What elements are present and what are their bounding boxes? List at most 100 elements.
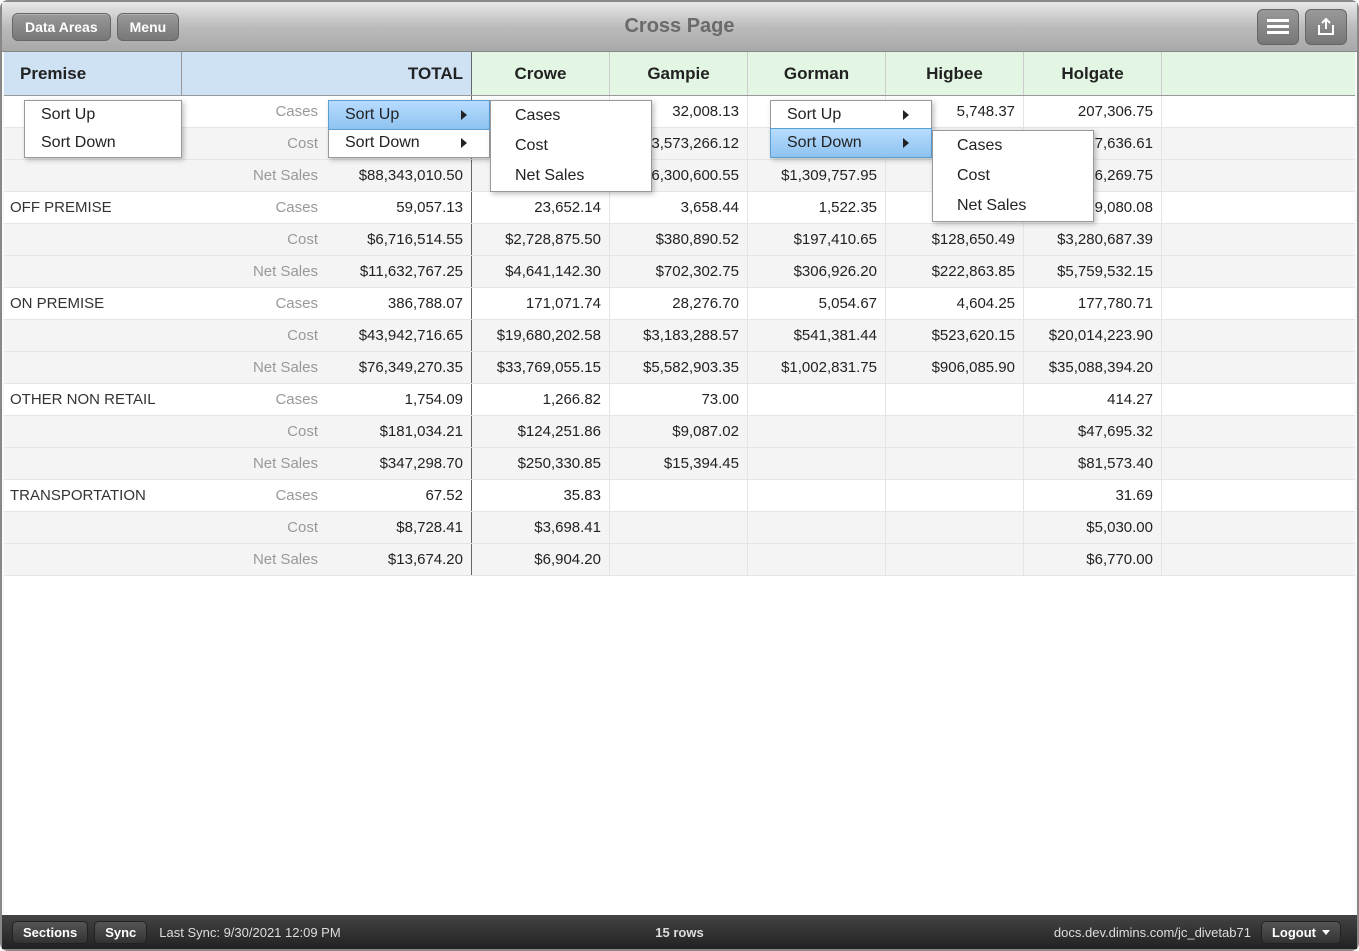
column-header[interactable]: Gorman — [748, 52, 886, 95]
value-cell[interactable]: $222,863.85 — [886, 256, 1024, 287]
premise-cell[interactable] — [4, 544, 182, 575]
value-cell[interactable] — [748, 384, 886, 415]
value-cell[interactable]: 3,658.44 — [610, 192, 748, 223]
value-cell[interactable]: $6,770.00 — [1024, 544, 1162, 575]
premise-cell[interactable] — [4, 256, 182, 287]
premise-cell[interactable] — [4, 224, 182, 255]
total-cell[interactable]: 67.52 — [326, 480, 472, 511]
sections-button[interactable]: Sections — [12, 921, 88, 944]
value-cell[interactable]: 23,652.14 — [472, 192, 610, 223]
value-cell[interactable]: $197,410.65 — [748, 224, 886, 255]
sort-up-item[interactable]: Sort Up — [25, 101, 181, 129]
value-cell[interactable]: $20,014,223.90 — [1024, 320, 1162, 351]
value-cell[interactable]: $541,381.44 — [748, 320, 886, 351]
hamburger-icon[interactable] — [1257, 9, 1299, 45]
total-cell[interactable]: 59,057.13 — [326, 192, 472, 223]
total-cell[interactable]: 386,788.07 — [326, 288, 472, 319]
total-cell[interactable]: $181,034.21 — [326, 416, 472, 447]
value-cell[interactable]: $128,650.49 — [886, 224, 1024, 255]
value-cell[interactable]: 414.27 — [1024, 384, 1162, 415]
total-column-header[interactable]: TOTAL — [326, 52, 472, 95]
value-cell[interactable] — [748, 544, 886, 575]
value-cell[interactable]: $5,030.00 — [1024, 512, 1162, 543]
value-cell[interactable]: $15,394.45 — [610, 448, 748, 479]
logout-button[interactable]: Logout — [1261, 921, 1341, 944]
value-cell[interactable]: 1,522.35 — [748, 192, 886, 223]
value-cell[interactable]: $4,641,142.30 — [472, 256, 610, 287]
premise-cell[interactable]: OFF PREMISE — [4, 192, 182, 223]
sort-down-item[interactable]: Sort Down — [25, 129, 181, 157]
value-cell[interactable]: $702,302.75 — [610, 256, 748, 287]
premise-cell[interactable] — [4, 512, 182, 543]
value-cell[interactable] — [886, 384, 1024, 415]
value-cell[interactable] — [748, 480, 886, 511]
value-cell[interactable] — [610, 480, 748, 511]
value-cell[interactable]: 1,266.82 — [472, 384, 610, 415]
value-cell[interactable]: $1,309,757.95 — [748, 160, 886, 191]
value-cell[interactable]: 207,306.75 — [1024, 96, 1162, 127]
sync-button[interactable]: Sync — [94, 921, 147, 944]
value-cell[interactable]: $2,728,875.50 — [472, 224, 610, 255]
total-cell[interactable]: $11,632,767.25 — [326, 256, 472, 287]
row-dimension-header[interactable]: Premise — [4, 52, 182, 95]
value-cell[interactable]: $81,573.40 — [1024, 448, 1162, 479]
value-cell[interactable]: $306,926.20 — [748, 256, 886, 287]
value-cell[interactable] — [886, 512, 1024, 543]
value-cell[interactable]: $3,183,288.57 — [610, 320, 748, 351]
sort-sub-netsales[interactable]: Net Sales — [491, 161, 651, 191]
value-cell[interactable] — [610, 512, 748, 543]
value-cell[interactable]: $523,620.15 — [886, 320, 1024, 351]
sort-sub-cases[interactable]: Cases — [491, 101, 651, 131]
value-cell[interactable]: 35.83 — [472, 480, 610, 511]
value-cell[interactable]: $906,085.90 — [886, 352, 1024, 383]
value-cell[interactable]: $380,890.52 — [610, 224, 748, 255]
value-cell[interactable]: $6,904.20 — [472, 544, 610, 575]
value-cell[interactable]: $9,087.02 — [610, 416, 748, 447]
premise-cell[interactable] — [4, 160, 182, 191]
value-cell[interactable]: $19,680,202.58 — [472, 320, 610, 351]
sort-down-item[interactable]: Sort Down — [329, 129, 489, 157]
sort-sub-netsales[interactable]: Net Sales — [933, 191, 1093, 221]
premise-cell[interactable] — [4, 320, 182, 351]
column-header[interactable]: Gampie — [610, 52, 748, 95]
value-cell[interactable]: $5,759,532.15 — [1024, 256, 1162, 287]
sort-up-item[interactable]: Sort Up — [771, 101, 931, 129]
value-cell[interactable]: 5,054.67 — [748, 288, 886, 319]
total-cell[interactable]: $13,674.20 — [326, 544, 472, 575]
premise-cell[interactable] — [4, 352, 182, 383]
share-icon[interactable] — [1305, 9, 1347, 45]
value-cell[interactable]: $47,695.32 — [1024, 416, 1162, 447]
value-cell[interactable]: $3,280,687.39 — [1024, 224, 1162, 255]
value-cell[interactable] — [886, 544, 1024, 575]
value-cell[interactable]: $124,251.86 — [472, 416, 610, 447]
premise-cell[interactable] — [4, 448, 182, 479]
value-cell[interactable]: 28,276.70 — [610, 288, 748, 319]
premise-cell[interactable]: TRANSPORTATION — [4, 480, 182, 511]
value-cell[interactable]: 31.69 — [1024, 480, 1162, 511]
sort-up-item[interactable]: Sort Up — [328, 100, 490, 130]
value-cell[interactable]: 171,071.74 — [472, 288, 610, 319]
premise-cell[interactable]: ON PREMISE — [4, 288, 182, 319]
total-cell[interactable]: $6,716,514.55 — [326, 224, 472, 255]
value-cell[interactable] — [886, 416, 1024, 447]
menu-button[interactable]: Menu — [117, 13, 180, 41]
total-cell[interactable]: $8,728.41 — [326, 512, 472, 543]
data-areas-button[interactable]: Data Areas — [12, 13, 111, 41]
value-cell[interactable] — [748, 416, 886, 447]
value-cell[interactable] — [886, 480, 1024, 511]
premise-cell[interactable]: OTHER NON RETAIL — [4, 384, 182, 415]
column-header[interactable]: Higbee — [886, 52, 1024, 95]
value-cell[interactable]: $250,330.85 — [472, 448, 610, 479]
total-cell[interactable]: 1,754.09 — [326, 384, 472, 415]
sort-sub-cases[interactable]: Cases — [933, 131, 1093, 161]
sort-sub-cost[interactable]: Cost — [933, 161, 1093, 191]
value-cell[interactable]: $35,088,394.20 — [1024, 352, 1162, 383]
value-cell[interactable] — [748, 448, 886, 479]
premise-cell[interactable] — [4, 416, 182, 447]
sort-sub-cost[interactable]: Cost — [491, 131, 651, 161]
total-cell[interactable]: $76,349,270.35 — [326, 352, 472, 383]
column-header[interactable]: Holgate — [1024, 52, 1162, 95]
value-cell[interactable]: $3,698.41 — [472, 512, 610, 543]
value-cell[interactable] — [610, 544, 748, 575]
total-cell[interactable]: $347,298.70 — [326, 448, 472, 479]
